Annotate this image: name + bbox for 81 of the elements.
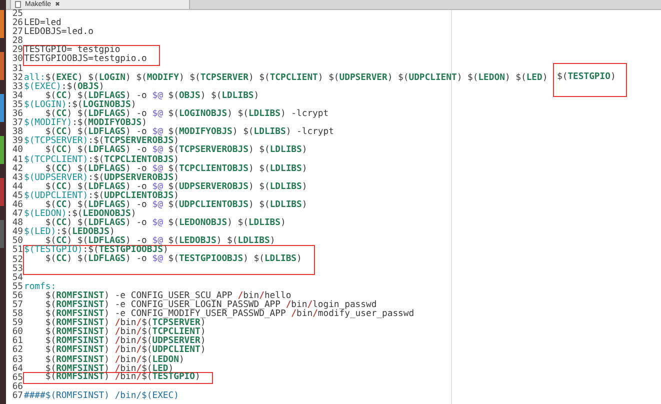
line-number: 38 [12,128,23,138]
code-line: $(CC) $(LDFLAGS) -o $@ $(TESTGPIOOBJS) $(LDLIBS) [44,255,302,264]
code-line: $(CC) $(LDFLAGS) -o $@ $(OBJS) $(LDLIBS) [45,92,260,101]
code-line: $(ROMFSINST) /bin/$(UDPSERVER) [44,337,206,346]
code-line: $(CC) $(LDFLAGS) -o $@ $(UDPCLIENTOBJS) $(LDLIBS) [45,200,308,210]
line-number: 44 [12,182,23,192]
line-number: 36 [12,110,23,120]
line-number: 37 [12,119,23,128]
line-number: 41 [12,156,23,164]
code-line: LED=led [24,19,62,28]
code-line: $(CC) $(LDFLAGS) -o $@ $(UDPSERVEROBJS) $(LDLIBS) [45,182,308,192]
line-number: 53 [12,264,23,274]
line-number: 28 [12,37,23,46]
code-line: $(ROMFSINST) /bin/$(TCPSERVER) [44,319,206,328]
code-line: $(CC) $(LDFLAGS) -o $@ $(MODIFYOBJS) $(LDLIBS) -lcrypt [45,128,334,138]
line-number: 27 [12,28,23,38]
line-number: 66 [12,382,23,392]
code-line: $(UDPCLIENT):$(UDPCLIENTOBJS) [24,192,179,201]
line-number: 34 [12,92,23,101]
line-number: 63 [12,356,23,365]
code-line: $(CC) $(LDFLAGS) -o $@ $(LOGINOBJS) $(LDLIBS) -lcrypt [45,110,329,120]
line-number: 25 [12,10,23,19]
line-number: 58 [12,310,23,320]
code-line: romfs: [24,282,56,292]
line-number: 29 [12,46,23,56]
code-line: $(CC) $(LDFLAGS) -o $@ $(TCPSERVEROBJS) $(LDLIBS) [45,146,308,156]
code-line: $(LEDON):$(LEDONOBJS) [24,210,136,220]
line-number: 31 [12,64,23,74]
line-number: 67 [12,392,23,402]
code-line: $(LED):$(LEDOBJS) [24,228,115,238]
line-number: 39 [12,137,23,146]
line-number: 51 [12,246,23,256]
code-line: $(MODIFY):$(MODIFYOBJS) [24,119,147,128]
line-number: 61 [12,337,23,346]
highlighted-code: $(TESTGPIO) [553,63,627,98]
line-number: 57 [12,301,23,310]
code-line: $(UDPSERVER):$(UDPSERVEROBJS) [24,174,179,183]
code-line: $(CC) $(LDFLAGS) -o $@ $(LEDONOBJS) $(LDLIBS) [45,219,286,228]
code-line: ####$(ROMFSINST) /bin/$(EXEC) [24,392,179,402]
code-line: LEDOBJS=led.o [24,28,94,38]
code-line: $(ROMFSINST) -e CONFIG_USER_LOGIN_PASSWD_APP /bin/login_passwd [44,301,377,310]
code-line: $(ROMFSINST) /bin/$(TCPCLIENT) [44,328,206,338]
line-number: 64 [12,364,23,374]
line-number: 60 [12,328,23,338]
code-line: $(ROMFSINST) /bin/$(UDPCLIENT) [44,346,206,356]
code-line: $(CC) $(LDFLAGS) -o $@ $(LEDOBJS) $(LDLIBS) [45,237,276,246]
line-number: 32 [12,74,23,83]
line-number: 52 [12,256,23,265]
code-line: $(ROMFSINST) /bin/$(TESTGPIO) [44,373,200,382]
line-number: 49 [12,228,23,238]
line-number: 65 [12,374,23,383]
code-line: all:$(EXEC) $(LOGIN) $(MODIFY) $(TCPSERVER) $(TCPCLIENT) $(UDPSERVER) $(UDPCLIENT) $(LEDON) $(LED) [24,74,549,83]
code-line: $(ROMFSINST) -e CONFIG_MODIFY_USER_PASSWD_APP /bin/modify_user_passwd [44,310,414,320]
line-number: 47 [12,210,23,220]
file-icon [15,1,21,8]
line-number: 33 [12,82,23,92]
code-line: TESTGPIO= testgpio [24,46,120,55]
code-line: $(EXEC):$(OBJS) [24,82,104,92]
line-number: 35 [12,100,23,110]
line-number: 59 [12,319,23,328]
line-number: 30 [12,55,23,64]
code-line: $(ROMFSINST) -e CONFIG_USER_SCU_APP /bin/hello [44,292,292,301]
line-number: 48 [12,219,23,228]
line-number: 62 [12,346,23,356]
code-line: $(LOGIN):$(LOGINOBJS) [24,100,136,110]
code-line: $(ROMFSINST) /bin/$(LEDON) [44,356,184,365]
code-line: $(TCPSERVER):$(TCPSERVEROBJS) [24,137,179,146]
line-number: 50 [12,237,23,246]
code-line: $(TESTGPIO):$(TESTGPIOOBJS) [24,246,168,255]
code-line: $(TCPCLIENT):$(TCPCLIENTOBJS) [24,156,179,164]
line-number: 56 [12,292,23,301]
line-number: 43 [12,174,23,183]
line-number: 54 [12,274,23,283]
line-number: 55 [12,282,23,292]
line-number: 42 [12,164,23,174]
code-line: $(CC) $(LDFLAGS) -o $@ $(TCPCLIENTOBJS) $(LDLIBS) [45,164,308,174]
code-line: TESTGPIOOBJS=testgpio.o [24,54,147,64]
line-number: 45 [12,192,23,201]
line-number: 26 [12,19,23,28]
line-number: 40 [12,146,23,156]
line-number: 46 [12,200,23,210]
